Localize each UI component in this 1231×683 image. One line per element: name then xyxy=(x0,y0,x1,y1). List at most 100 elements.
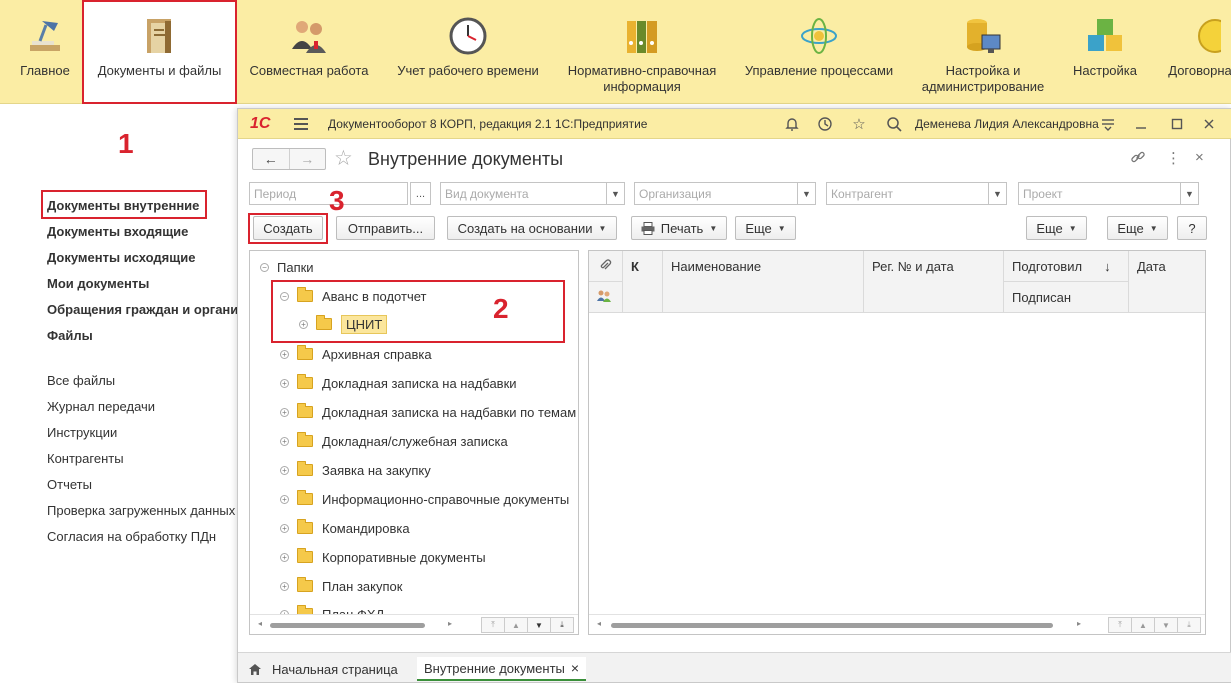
tree-more-button[interactable]: Еще ▼ xyxy=(1026,216,1087,240)
doc-type-field[interactable]: Вид документа ▼ xyxy=(440,182,625,205)
scrollbar-thumb[interactable] xyxy=(611,623,1053,628)
first-page-icon[interactable]: ⤒ xyxy=(1108,617,1132,633)
last-page-icon[interactable]: ⤓ xyxy=(1177,617,1201,633)
date-column-header[interactable]: Дата xyxy=(1129,251,1205,313)
favorite-star-icon[interactable]: ☆ xyxy=(334,146,353,171)
section-worktime[interactable]: Учет рабочего времени xyxy=(390,0,546,104)
section-documents[interactable]: Документы и файлы xyxy=(82,0,237,104)
nav-all-files[interactable]: Все файлы xyxy=(47,373,115,388)
chevron-down-icon[interactable]: ▼ xyxy=(988,183,1006,204)
tree-item[interactable]: + План закупок xyxy=(280,576,402,596)
tree-item[interactable]: + Корпоративные документы xyxy=(280,547,486,567)
table-scrollbar[interactable]: ◂ ▸ ⤒ ▲ ▼ ⤓ xyxy=(589,614,1205,634)
expand-icon[interactable]: + xyxy=(280,436,289,446)
nav-data-check[interactable]: Проверка загруженных данных xyxy=(47,503,235,518)
scroll-left-icon[interactable]: ◂ xyxy=(597,619,601,628)
tree-root[interactable]: − Папки xyxy=(260,257,314,277)
page-down-icon[interactable]: ▼ xyxy=(1154,617,1178,633)
current-user[interactable]: Деменева Лидия Александровна xyxy=(915,117,1099,131)
reg-number-column-header[interactable]: Рег. № и дата xyxy=(864,251,1004,313)
expand-icon[interactable]: + xyxy=(280,349,289,359)
nav-my-documents[interactable]: Мои документы xyxy=(47,276,149,291)
nav-instructions[interactable]: Инструкции xyxy=(47,425,117,440)
organization-field[interactable]: Организация ▼ xyxy=(634,182,816,205)
participants-column-header[interactable] xyxy=(589,282,623,313)
section-collaboration[interactable]: Совместная работа xyxy=(246,0,372,104)
counterparty-field[interactable]: Контрагент ▼ xyxy=(826,182,1007,205)
nav-transfer-log[interactable]: Журнал передачи xyxy=(47,399,155,414)
bell-icon[interactable] xyxy=(782,114,802,134)
expand-icon[interactable]: + xyxy=(280,465,289,475)
favorites-star-icon[interactable]: ☆ xyxy=(849,114,869,134)
maximize-icon[interactable] xyxy=(1167,114,1187,134)
tree-item[interactable]: + Заявка на закупку xyxy=(280,460,431,480)
section-settings[interactable]: Настройка xyxy=(1068,0,1142,104)
page-down-icon[interactable]: ▼ xyxy=(527,617,551,633)
back-arrow-icon[interactable]: ← xyxy=(253,149,289,169)
chevron-down-icon[interactable]: ▼ xyxy=(606,183,624,204)
tab-internal-documents[interactable]: Внутренние документы × xyxy=(417,657,586,681)
nav-counterparties[interactable]: Контрагенты xyxy=(47,451,124,466)
attachment-column-header[interactable] xyxy=(589,251,623,282)
page-up-icon[interactable]: ▲ xyxy=(504,617,528,633)
scroll-right-icon[interactable]: ▸ xyxy=(448,619,452,628)
expand-icon[interactable]: + xyxy=(280,407,289,417)
tree-item[interactable]: + Докладная/служебная записка xyxy=(280,431,508,451)
prepared-column-header[interactable]: Подготовил ↓ xyxy=(1004,251,1129,282)
history-icon[interactable] xyxy=(815,114,835,134)
nav-pd-consent[interactable]: Согласия на обработку ПДн xyxy=(47,529,216,544)
expand-icon[interactable]: + xyxy=(280,494,289,504)
scrollbar-thumb[interactable] xyxy=(270,623,425,628)
nav-reports[interactable]: Отчеты xyxy=(47,477,92,492)
first-page-icon[interactable]: ⤒ xyxy=(481,617,505,633)
tree-item[interactable]: + Докладная записка на надбавки xyxy=(280,373,517,393)
chevron-down-icon[interactable]: ▼ xyxy=(1180,183,1198,204)
list-more-button[interactable]: Еще ▼ xyxy=(1107,216,1168,240)
link-icon[interactable] xyxy=(1130,149,1146,169)
minimize-icon[interactable] xyxy=(1131,114,1151,134)
help-button[interactable]: ? xyxy=(1177,216,1207,240)
period-select-button[interactable]: ... xyxy=(410,182,431,205)
close-tab-icon[interactable]: × xyxy=(571,660,579,676)
more-actions-icon[interactable]: ⋮ xyxy=(1166,149,1181,167)
name-column-header[interactable]: Наименование xyxy=(663,251,864,313)
search-icon[interactable] xyxy=(884,114,904,134)
scroll-right-icon[interactable]: ▸ xyxy=(1077,619,1081,628)
section-main[interactable]: Главное xyxy=(10,0,80,104)
signed-column-header[interactable]: Подписан xyxy=(1004,282,1129,313)
nav-files[interactable]: Файлы xyxy=(47,328,93,343)
forward-arrow-icon[interactable]: → xyxy=(288,149,326,169)
tab-home[interactable]: Начальная страница xyxy=(248,657,398,681)
section-admin[interactable]: Настройка и администрирование xyxy=(915,0,1051,104)
print-button[interactable]: Печать ▼ xyxy=(631,216,727,240)
chevron-down-icon[interactable]: ▼ xyxy=(797,183,815,204)
collapse-icon[interactable]: − xyxy=(260,262,269,272)
create-based-on-button[interactable]: Создать на основании ▼ xyxy=(447,216,617,240)
scroll-left-icon[interactable]: ◂ xyxy=(258,619,262,628)
page-up-icon[interactable]: ▲ xyxy=(1131,617,1155,633)
expand-icon[interactable]: + xyxy=(280,523,289,533)
nav-incoming-documents[interactable]: Документы входящие xyxy=(47,224,188,239)
tree-scrollbar[interactable]: ◂ ▸ ⤒ ▲ ▼ ⤓ xyxy=(250,614,578,634)
close-form-icon[interactable]: × xyxy=(1195,149,1204,166)
close-window-icon[interactable] xyxy=(1199,114,1219,134)
project-field[interactable]: Проект ▼ xyxy=(1018,182,1199,205)
last-page-icon[interactable]: ⤓ xyxy=(550,617,574,633)
more-button[interactable]: Еще ▼ xyxy=(735,216,796,240)
settings-menu-icon[interactable] xyxy=(1098,114,1118,134)
create-button[interactable]: Создать xyxy=(253,216,323,240)
tree-item[interactable]: + Информационно-справочные документы xyxy=(280,489,569,509)
section-contracts[interactable]: Договорна xyxy=(1160,0,1231,104)
tree-item[interactable]: + Командировка xyxy=(280,518,410,538)
section-processes[interactable]: Управление процессами xyxy=(740,0,898,104)
tree-item[interactable]: + Докладная записка на надбавки по темам xyxy=(280,402,576,422)
tree-item[interactable]: + Архивная справка xyxy=(280,344,432,364)
send-button[interactable]: Отправить... xyxy=(336,216,435,240)
expand-icon[interactable]: + xyxy=(280,581,289,591)
expand-icon[interactable]: + xyxy=(280,378,289,388)
expand-icon[interactable]: + xyxy=(280,552,289,562)
main-menu-icon[interactable] xyxy=(294,118,308,130)
k-column-header[interactable]: К xyxy=(623,251,663,313)
nav-outgoing-documents[interactable]: Документы исходящие xyxy=(47,250,195,265)
nav-internal-documents[interactable]: Документы внутренние xyxy=(47,198,199,213)
